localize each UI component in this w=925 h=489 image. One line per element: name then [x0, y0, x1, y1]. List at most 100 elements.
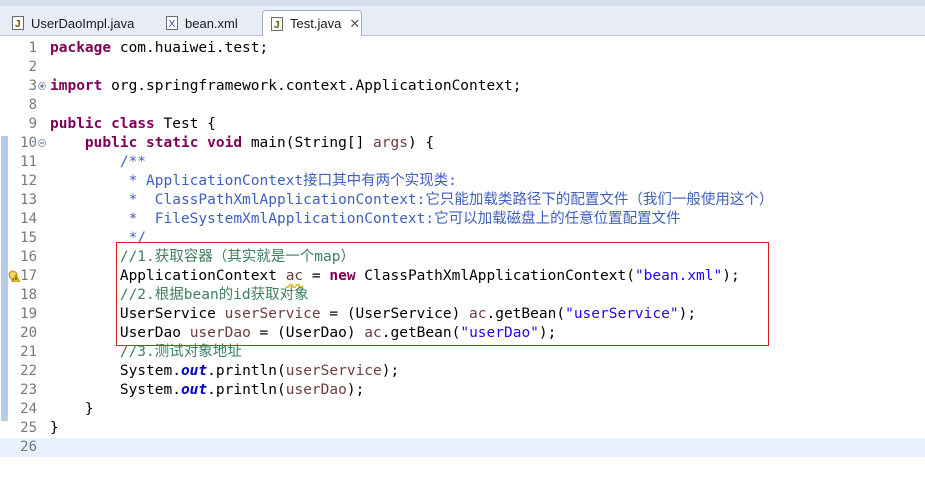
code-token: .println(: [207, 363, 286, 379]
java-file-icon: J: [271, 16, 284, 31]
tab-bean-xml[interactable]: X bean.xml: [158, 10, 256, 36]
code-text: System.out.println(userService);: [50, 362, 399, 381]
collapse-fold-icon[interactable]: [38, 139, 46, 147]
code-token: out: [180, 382, 208, 398]
code-token: System.: [50, 363, 181, 379]
code-token: Test {: [154, 116, 216, 132]
code-token: out: [180, 363, 208, 379]
editor-tab-bar: J UserDaoImpl.java X bean.xml J Test.jav…: [0, 0, 925, 36]
code-token: }: [50, 401, 94, 417]
tab-label: UserDaoImpl.java: [31, 15, 135, 31]
warning-lightbulb-icon[interactable]: [8, 270, 20, 282]
line-number: 24: [20, 401, 37, 417]
line-number: 23: [20, 382, 37, 398]
code-token: import: [50, 78, 103, 94]
code-text: }: [50, 400, 94, 419]
line-number: 11: [20, 154, 37, 170]
code-line-1[interactable]: 1 package com.huaiwei.test;: [0, 39, 925, 58]
code-token: * FileSystemXmlApplicationContext:它可以加载磁…: [50, 211, 681, 227]
line-number: 20: [20, 325, 37, 341]
code-text: public class Test {: [50, 115, 216, 134]
line-number: 19: [20, 306, 37, 322]
code-line-12[interactable]: 12 * ApplicationContext接口其中有两个实现类:: [0, 172, 925, 191]
code-token: void: [207, 135, 243, 151]
tab-test-java[interactable]: J Test.java ✕: [262, 10, 362, 36]
code-token: userService: [285, 363, 382, 379]
line-number: 18: [20, 287, 37, 303]
svg-text:J: J: [15, 19, 21, 30]
code-text: /**: [50, 153, 146, 172]
line-number: 8: [28, 97, 37, 113]
code-token: package: [50, 40, 112, 56]
code-line-9[interactable]: 9 public class Test {: [0, 115, 925, 134]
code-token: main(String[]: [242, 135, 374, 151]
code-text: }: [50, 419, 59, 438]
code-token: public: [50, 116, 103, 132]
line-number: 16: [20, 249, 37, 265]
code-text: package com.huaiwei.test;: [50, 39, 268, 58]
code-token: /**: [50, 154, 147, 170]
svg-text:X: X: [169, 19, 176, 30]
tab-userdaoimpl-java[interactable]: J UserDaoImpl.java: [4, 10, 154, 36]
code-line-13[interactable]: 13 * ClassPathXmlApplicationContext:它只能加…: [0, 191, 925, 210]
tab-label: bean.xml: [185, 15, 238, 31]
line-number: 22: [20, 363, 37, 379]
code-text: * ClassPathXmlApplicationContext:它只能加载类路…: [50, 191, 774, 210]
line-number: 14: [20, 211, 37, 227]
code-token: System.: [50, 382, 181, 398]
code-line-24[interactable]: 24 }: [0, 400, 925, 419]
line-number: 15: [20, 230, 37, 246]
code-line-3[interactable]: 3 import org.springframework.context.Appl…: [0, 77, 925, 96]
code-token: public: [84, 135, 138, 151]
code-token: );: [381, 363, 400, 379]
code-line-11[interactable]: 11 /**: [0, 153, 925, 172]
code-text: System.out.println(userDao);: [50, 381, 364, 400]
close-icon[interactable]: ✕: [349, 16, 360, 32]
line-number: 3: [28, 78, 37, 94]
code-line-8[interactable]: 8: [0, 96, 925, 115]
code-line-22[interactable]: 22 System.out.println(userService);: [0, 362, 925, 381]
code-text: public static void main(String[] args) {: [50, 134, 434, 153]
line-number: 26: [20, 439, 37, 455]
line-number: 10: [20, 135, 37, 151]
line-number: 9: [28, 116, 37, 132]
line-number: 2: [28, 59, 37, 75]
code-token: userDao: [285, 382, 347, 398]
xml-file-icon: X: [166, 16, 179, 30]
code-token: ) {: [407, 135, 435, 151]
code-token: class: [111, 116, 155, 132]
line-number: 25: [20, 420, 37, 436]
code-token: .println(: [207, 382, 286, 398]
code-token: }: [50, 420, 59, 436]
code-line-23[interactable]: 23 System.out.println(userDao);: [0, 381, 925, 400]
code-token: org.springframework.context.ApplicationC…: [102, 78, 522, 94]
code-line-26[interactable]: 26: [0, 438, 925, 457]
line-number: 13: [20, 192, 37, 208]
code-token: static: [146, 135, 199, 151]
code-token: args: [373, 135, 408, 151]
code-token: com.huaiwei.test;: [111, 40, 269, 56]
code-token: * ClassPathXmlApplicationContext:它只能加载类路…: [50, 192, 774, 208]
code-line-14[interactable]: 14 * FileSystemXmlApplicationContext:它可以…: [0, 210, 925, 229]
code-editor[interactable]: 1 package com.huaiwei.test; 2 3 import org.s…: [0, 36, 925, 489]
code-token: //3.测试对象地址: [50, 344, 242, 360]
code-token: );: [346, 382, 365, 398]
expand-fold-icon[interactable]: [38, 82, 46, 90]
code-text: * ApplicationContext接口其中有两个实现类:: [50, 172, 457, 191]
code-text: * FileSystemXmlApplicationContext:它可以加载磁…: [50, 210, 681, 229]
tab-label: Test.java: [290, 16, 342, 31]
svg-text:J: J: [274, 20, 280, 31]
code-line-25[interactable]: 25}: [0, 419, 925, 438]
code-line-10[interactable]: 10 public static void main(String[] args…: [0, 134, 925, 153]
java-file-icon: J: [12, 16, 25, 30]
code-line-2[interactable]: 2: [0, 58, 925, 77]
line-number: 12: [20, 173, 37, 189]
highlight-box: [116, 242, 769, 346]
code-text: import org.springframework.context.Appli…: [50, 77, 521, 96]
line-number: 1: [28, 40, 37, 56]
line-number: 21: [20, 344, 37, 360]
